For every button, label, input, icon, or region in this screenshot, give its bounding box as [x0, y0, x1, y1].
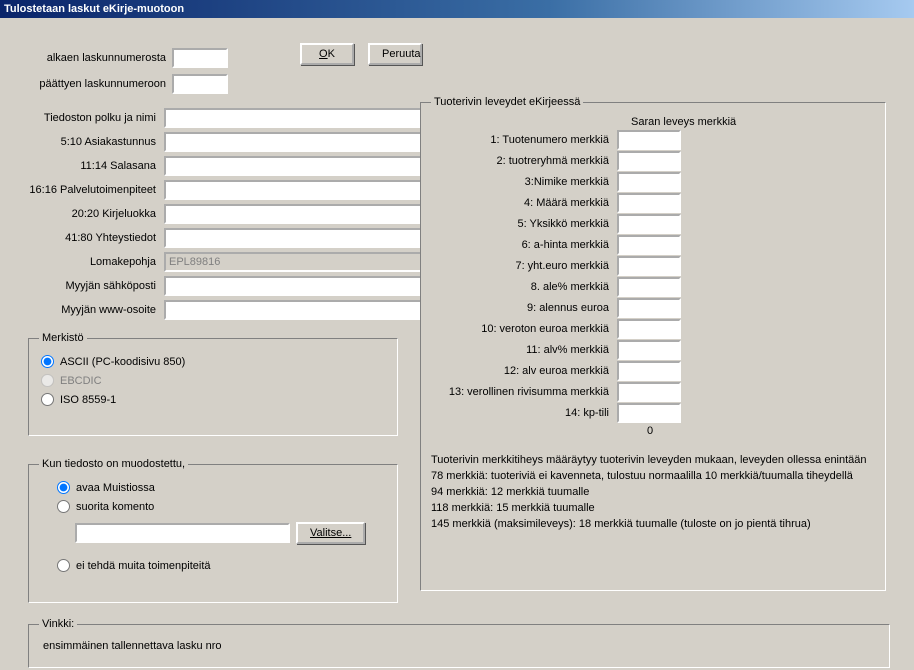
- window-title: Tulostetaan laskut eKirje-muotoon: [4, 3, 184, 15]
- col7-input[interactable]: [617, 256, 681, 276]
- help-line-3: 94 merkkiä: 12 merkkiä tuumalle: [431, 485, 875, 501]
- template-label: Lomakepohja: [22, 256, 164, 268]
- service-label: 16:16 Palvelutoimenpiteet: [22, 184, 164, 196]
- col14-label: 14: kp-tili: [431, 407, 617, 419]
- column-widths-group: Tuoterivin leveydet eKirjeessä Saran lev…: [420, 96, 886, 591]
- after-none-label: ei tehdä muita toimenpiteitä: [76, 560, 211, 572]
- col-header: Saran leveys merkkiä: [431, 116, 875, 128]
- www-label: Myyjän www-osoite: [22, 304, 164, 316]
- charset-ascii-label: ASCII (PC-koodisivu 850): [60, 356, 185, 368]
- after-open-radio[interactable]: [57, 481, 70, 494]
- charset-group: Merkistö ASCII (PC-koodisivu 850) EBCDIC…: [28, 332, 398, 436]
- path-input[interactable]: [164, 108, 422, 128]
- charset-iso-radio[interactable]: [41, 393, 54, 406]
- from-invoice-label: alkaen laskunnumerosta: [12, 52, 172, 64]
- after-open-label: avaa Muistiossa: [76, 482, 155, 494]
- window-body: alkaen laskunnumerosta päättyen laskunnu…: [0, 18, 914, 668]
- help-line-4: 118 merkkiä: 15 merkkiä tuumalle: [431, 501, 875, 517]
- help-line-1: Tuoterivin merkkitiheys määräytyy tuoter…: [431, 453, 875, 469]
- file-settings: Tiedoston polku ja nimi 5:10 Asiakastunn…: [22, 108, 422, 324]
- col11-label: 11: alv% merkkiä: [431, 344, 617, 356]
- col5-input[interactable]: [617, 214, 681, 234]
- email-label: Myyjän sähköposti: [22, 280, 164, 292]
- col-total: 0: [431, 425, 875, 437]
- col6-label: 6: a-hinta merkkiä: [431, 239, 617, 251]
- path-label: Tiedoston polku ja nimi: [22, 112, 164, 124]
- col1-input[interactable]: [617, 130, 681, 150]
- col6-input[interactable]: [617, 235, 681, 255]
- cust-input[interactable]: [164, 132, 422, 152]
- from-invoice-input[interactable]: [172, 48, 228, 68]
- charset-ebcdic-label: EBCDIC: [60, 375, 102, 387]
- charset-ebcdic-radio: [41, 374, 54, 387]
- service-input[interactable]: [164, 180, 422, 200]
- col5-label: 5: Yksikkö merkkiä: [431, 218, 617, 230]
- help-line-5: 145 merkkiä (maksimileveys): 18 merkkiä …: [431, 517, 875, 533]
- to-invoice-input[interactable]: [172, 74, 228, 94]
- letterclass-input[interactable]: [164, 204, 422, 224]
- after-file-legend: Kun tiedosto on muodostettu,: [39, 458, 188, 470]
- cust-label: 5:10 Asiakastunnus: [22, 136, 164, 148]
- col12-input[interactable]: [617, 361, 681, 381]
- cancel-button[interactable]: Peruuta: [368, 43, 422, 65]
- col13-label: 13: verollinen rivisumma merkkiä: [431, 386, 617, 398]
- col10-label: 10: veroton euroa merkkiä: [431, 323, 617, 335]
- col11-input[interactable]: [617, 340, 681, 360]
- after-run-radio[interactable]: [57, 500, 70, 513]
- after-file-group: Kun tiedosto on muodostettu, avaa Muisti…: [28, 458, 398, 603]
- title-bar: Tulostetaan laskut eKirje-muotoon: [0, 0, 914, 18]
- after-none-radio[interactable]: [57, 559, 70, 572]
- hint-legend: Vinkki:: [39, 618, 77, 630]
- contact-label: 41:80 Yhteystiedot: [22, 232, 164, 244]
- command-input[interactable]: [75, 523, 290, 543]
- letterclass-label: 20:20 Kirjeluokka: [22, 208, 164, 220]
- column-widths-legend: Tuoterivin leveydet eKirjeessä: [431, 96, 583, 108]
- template-input: [164, 252, 422, 272]
- col2-input[interactable]: [617, 151, 681, 171]
- help-line-2: 78 merkkiä: tuoteriviä ei kavenneta, tul…: [431, 469, 875, 485]
- pass-input[interactable]: [164, 156, 422, 176]
- col1-label: 1: Tuotenumero merkkiä: [431, 134, 617, 146]
- charset-iso-label: ISO 8559-1: [60, 394, 116, 406]
- contact-input[interactable]: [164, 228, 422, 248]
- col8-input[interactable]: [617, 277, 681, 297]
- col3-input[interactable]: [617, 172, 681, 192]
- col10-input[interactable]: [617, 319, 681, 339]
- ok-button[interactable]: OK: [300, 43, 354, 65]
- col3-label: 3:Nimike merkkiä: [431, 176, 617, 188]
- hint-group: Vinkki: ensimmäinen tallennettava lasku …: [28, 618, 890, 668]
- charset-legend: Merkistö: [39, 332, 87, 344]
- browse-button[interactable]: Valitse...: [296, 522, 365, 544]
- col4-label: 4: Määrä merkkiä: [431, 197, 617, 209]
- top-buttons: OK Peruuta: [300, 43, 422, 65]
- email-input[interactable]: [164, 276, 422, 296]
- after-run-label: suorita komento: [76, 501, 154, 513]
- col2-label: 2: tuotreryhmä merkkiä: [431, 155, 617, 167]
- to-invoice-label: päättyen laskunnumeroon: [12, 78, 172, 90]
- col14-input[interactable]: [617, 403, 681, 423]
- col7-label: 7: yht.euro merkkiä: [431, 260, 617, 272]
- charset-ascii-radio[interactable]: [41, 355, 54, 368]
- col8-label: 8. ale% merkkiä: [431, 281, 617, 293]
- hint-text: ensimmäinen tallennettava lasku nro: [39, 638, 879, 654]
- help-text: Tuoterivin merkkitiheys määräytyy tuoter…: [431, 453, 875, 533]
- pass-label: 11:14 Salasana: [22, 160, 164, 172]
- col9-label: 9: alennus euroa: [431, 302, 617, 314]
- col13-input[interactable]: [617, 382, 681, 402]
- col12-label: 12: alv euroa merkkiä: [431, 365, 617, 377]
- col9-input[interactable]: [617, 298, 681, 318]
- www-input[interactable]: [164, 300, 422, 320]
- col4-input[interactable]: [617, 193, 681, 213]
